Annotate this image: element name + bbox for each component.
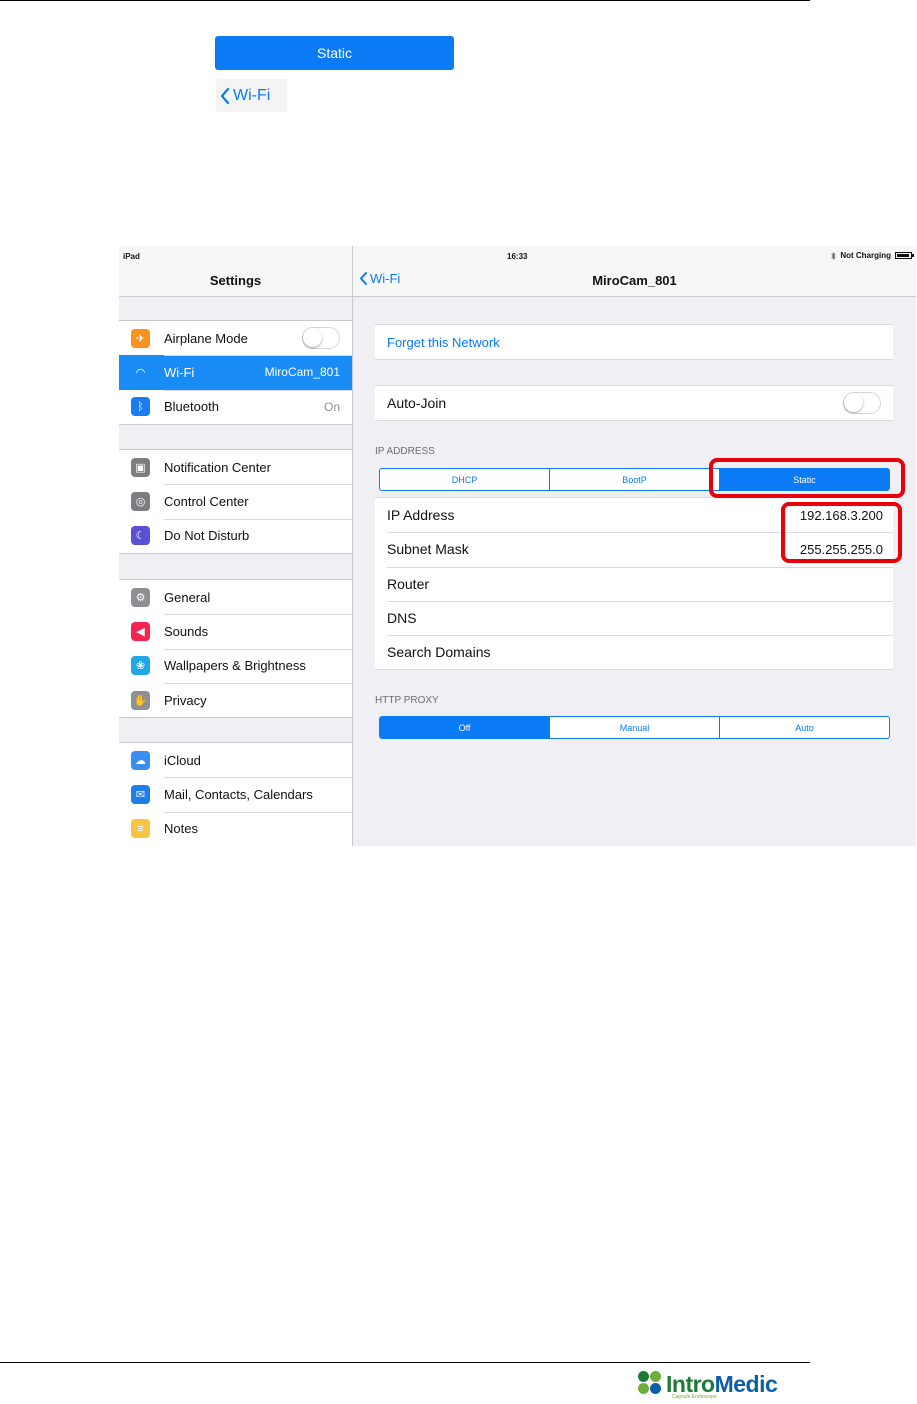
sidebar-item-label: Bluetooth xyxy=(164,399,219,415)
ip-mode-segment-bootp[interactable]: BootP xyxy=(549,469,719,490)
sidebar-item-general[interactable]: ⚙ General xyxy=(119,580,352,614)
wifi-back-sample-button: Wi-Fi xyxy=(216,79,287,112)
notes-icon: ≡ xyxy=(131,819,150,839)
status-right: Not Charging xyxy=(831,251,914,260)
sidebar-item-label: Notification Center xyxy=(164,459,271,475)
sidebar-item-do-not-disturb[interactable]: ☾ Do Not Disturb xyxy=(119,518,352,553)
settings-group: ▣ Notification Center ◎ Control Center ☾ Do N… xyxy=(119,449,352,554)
sidebar-item-label: Do Not Disturb xyxy=(164,528,250,544)
top-rule xyxy=(0,0,810,1)
sidebar-item-label: General xyxy=(164,589,211,605)
auto-join-card: Auto-Join xyxy=(375,385,893,422)
sidebar-item-airplane-mode[interactable]: ✈ Airplane Mode xyxy=(119,321,352,355)
forget-network-row[interactable]: Forget this Network xyxy=(375,325,893,359)
ip-field-label: DNS xyxy=(387,610,417,627)
cloud-icon: ☁ xyxy=(131,750,150,770)
sidebar-item-label: Airplane Mode xyxy=(164,330,248,346)
sidebar-item-bluetooth[interactable]: ᛒ Bluetooth On xyxy=(119,389,352,424)
bottom-rule xyxy=(0,1362,810,1363)
mail-icon: ✉ xyxy=(131,784,150,804)
proxy-mode-segment-off[interactable]: Off xyxy=(380,717,549,738)
gear-icon: ⚙ xyxy=(131,587,150,607)
auto-join-toggle[interactable] xyxy=(843,392,881,415)
sidebar-item-label: Control Center xyxy=(164,493,249,509)
sidebar-item-notification-center[interactable]: ▣ Notification Center xyxy=(119,450,352,484)
moon-icon: ☾ xyxy=(131,526,150,546)
settings-master-pane: Settings ✈ Airplane Mode ◠ Wi-Fi MiroCam_801… xyxy=(119,246,353,846)
sidebar-item-label: Mail, Contacts, Calendars xyxy=(164,786,313,802)
static-mode-sample-button: Static xyxy=(215,36,454,70)
http-proxy-section-header: HTTP PROXY xyxy=(375,695,439,706)
proxy-mode-segmented-control: Off Manual Auto xyxy=(379,716,890,739)
ip-field-label: IP Address xyxy=(387,507,455,524)
sidebar-item-sounds[interactable]: ◀ Sounds xyxy=(119,614,352,648)
auto-join-row: Auto-Join xyxy=(375,386,893,420)
sidebar-item-value: On xyxy=(323,399,340,414)
ip-mode-segment-dhcp[interactable]: DHCP xyxy=(380,469,549,490)
sidebar-item-control-center[interactable]: ◎ Control Center xyxy=(119,484,352,518)
ip-address-section-header: IP ADDRESS xyxy=(375,446,435,457)
ip-values-highlight-box xyxy=(781,502,902,563)
airplane-mode-toggle[interactable] xyxy=(302,327,340,350)
master-title: Settings xyxy=(209,273,262,288)
proxy-mode-segment-manual[interactable]: Manual xyxy=(549,717,719,738)
bluetooth-icon: ᛒ xyxy=(131,397,150,417)
sidebar-item-wi-fi[interactable]: ◠ Wi-Fi MiroCam_801 xyxy=(119,355,352,390)
control-center-icon: ◎ xyxy=(131,491,150,511)
sidebar-item-mail-contacts-calendars[interactable]: ✉ Mail, Contacts, Calendars xyxy=(119,777,352,811)
sidebar-item-privacy[interactable]: ✋ Privacy xyxy=(119,682,352,717)
sidebar-item-icloud[interactable]: ☁ iCloud xyxy=(119,743,352,777)
settings-group: ⚙ General ◀ Sounds ❀ Wallpapers & Brightness ✋… xyxy=(119,579,352,719)
ip-field-row: Router xyxy=(375,566,893,601)
intromedic-logo: IntroMedic Capsule Endoscope xyxy=(638,1368,788,1400)
charging-status: Not Charging xyxy=(840,251,891,260)
sidebar-item-label: Privacy xyxy=(164,692,207,708)
sidebar-item-notes[interactable]: ≡ Notes xyxy=(119,811,352,846)
device-label: iPad xyxy=(123,252,140,261)
auto-join-label: Auto-Join xyxy=(387,395,447,412)
sidebar-item-label: iCloud xyxy=(164,752,201,768)
forget-card: Forget this Network xyxy=(375,324,893,361)
speaker-icon: ◀ xyxy=(131,621,150,641)
static-mode-sample-label: Static xyxy=(316,45,352,61)
logo-mark-icon xyxy=(638,1371,664,1397)
status-bar: iPad 16:33 Not Charging xyxy=(119,246,916,266)
battery-icon xyxy=(895,252,914,259)
wifi-icon: ◠ xyxy=(135,366,146,379)
settings-group: ☁ iCloud ✉ Mail, Contacts, Calendars ≡ Notes xyxy=(119,742,352,846)
forget-network-link[interactable]: Forget this Network xyxy=(387,335,893,350)
sidebar-item-label: Wallpapers & Brightness xyxy=(164,658,306,674)
static-highlight-box xyxy=(709,458,905,498)
ipad-screenshot: Settings ✈ Airplane Mode ◠ Wi-Fi MiroCam_801… xyxy=(119,246,916,846)
sidebar-item-label: Sounds xyxy=(164,623,209,639)
ip-field-label: Search Domains xyxy=(387,644,491,661)
chevron-left-icon xyxy=(220,87,230,104)
logo-tagline: Capsule Endoscope xyxy=(672,1394,717,1400)
flower-icon: ❀ xyxy=(131,656,150,676)
ip-field-label: Subnet Mask xyxy=(387,541,469,558)
network-title: MiroCam_801 xyxy=(592,273,677,288)
sidebar-item-value: MiroCam_801 xyxy=(264,365,340,380)
proxy-mode-segment-auto[interactable]: Auto xyxy=(719,717,889,738)
ip-field-row: Search Domains xyxy=(375,635,893,669)
notification-icon: ▣ xyxy=(131,457,150,477)
bluetooth-status-icon xyxy=(831,251,836,260)
status-time: 16:33 xyxy=(507,252,528,261)
sidebar-item-wallpapers-brightness[interactable]: ❀ Wallpapers & Brightness xyxy=(119,648,352,683)
airplane-icon: ✈ xyxy=(131,328,150,348)
settings-group: ✈ Airplane Mode ◠ Wi-Fi MiroCam_801 ᛒ Bluetoot… xyxy=(119,320,352,425)
ip-field-row: DNS xyxy=(375,600,893,635)
sidebar-item-label: Wi-Fi xyxy=(164,364,195,380)
ip-field-label: Router xyxy=(387,575,430,592)
hand-icon: ✋ xyxy=(131,690,150,710)
wifi-back-sample-label: Wi-Fi xyxy=(233,86,271,104)
sidebar-item-label: Notes xyxy=(164,821,198,837)
